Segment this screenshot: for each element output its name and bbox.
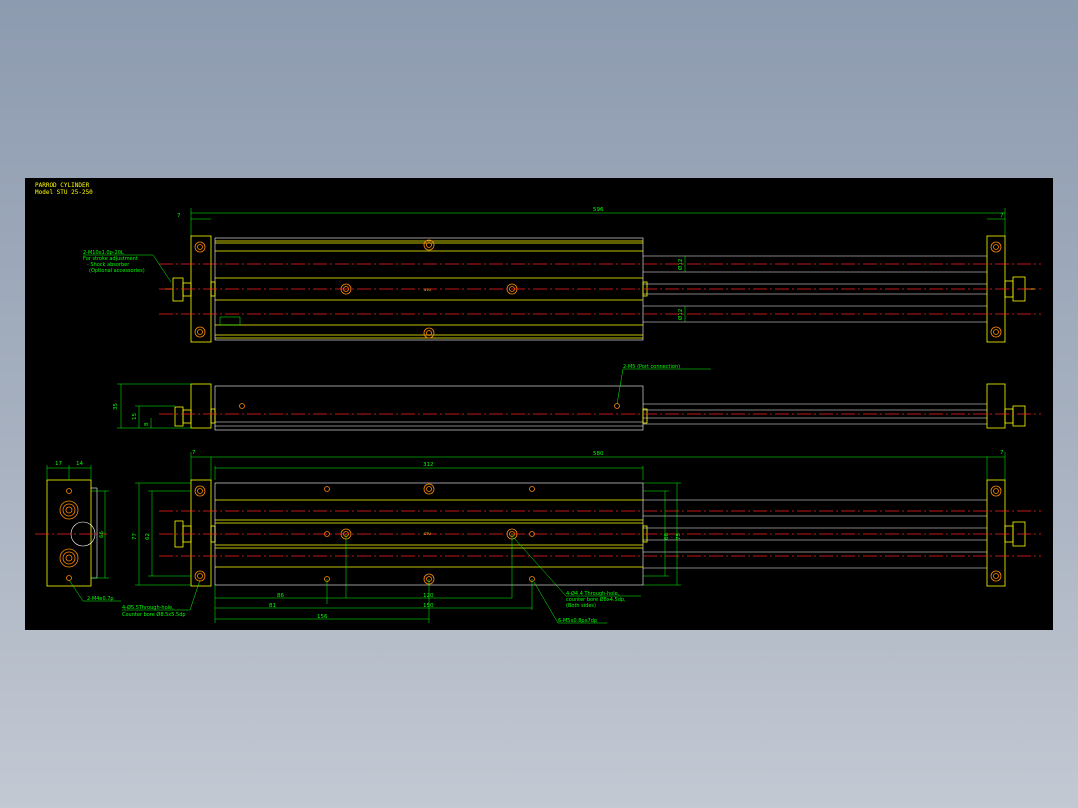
dim-120: 120 <box>423 593 434 599</box>
dim-end-14: 14 <box>76 461 83 467</box>
dim-bottom-overall: 580 <box>593 451 604 457</box>
dim-150: 150 <box>423 603 434 609</box>
dim-end-66: 66 <box>99 531 105 538</box>
side-left-end-block <box>190 383 212 429</box>
title-line-1: PARROD CYLINDER <box>35 182 90 189</box>
cad-drawing: PARROD CYLINDER Model STU 25-250 596 7 7 <box>35 182 1041 624</box>
dim-end-17: 17 <box>55 461 62 467</box>
dim-bottom-right-66: 66 <box>664 533 670 540</box>
svg-text:STU: STU <box>424 288 431 292</box>
note-through-hole-55: 4-Ø5.5Through-hole, Counter bore Ø8.5x5.… <box>122 579 201 618</box>
side-right-end-block <box>986 383 1006 429</box>
svg-text:(Optional accessories): (Optional accessories) <box>89 268 145 274</box>
side-cylinder-body <box>214 385 644 431</box>
dim-bottom-312: 312 <box>423 462 434 468</box>
svg-text:counter bore Ø8x4.5dp,: counter bore Ø8x4.5dp, <box>566 596 626 603</box>
dim-bottom-height-inner: 62 <box>145 533 151 540</box>
note-m4: 2-M4x0.7p <box>68 579 121 602</box>
note-through-hole-44: 4-Ø4.4 Through-hole, counter bore Ø8x4.5… <box>513 537 641 609</box>
dim-bottom-right-end: 7 <box>1000 450 1004 456</box>
dim-bottom-right-75: 75 <box>676 533 682 540</box>
dim-81: 81 <box>269 603 276 609</box>
title-line-2: Model STU 25-250 <box>35 189 93 196</box>
dim-bottom-left-end: 7 <box>192 450 196 456</box>
dim-156: 156 <box>317 614 328 620</box>
dim-bottom-height-outer: 77 <box>132 533 138 540</box>
svg-text:Counter bore Ø8.5x5.5dp: Counter bore Ø8.5x5.5dp <box>122 611 186 618</box>
end-view: 17 14 66 <box>35 461 109 587</box>
note-stroke-adjustment: 2-M10x1.0p-20L For stroke adjustment - S… <box>83 250 172 283</box>
top-view: 596 7 7 STU Ø12 Ø12 <box>159 207 1041 343</box>
dim-side-h1: 35 <box>113 403 119 410</box>
note-port-connection: 2-M5 (Port connection) <box>616 364 711 405</box>
end-view-block <box>46 479 92 587</box>
dim-top-left-end: 7 <box>177 213 181 219</box>
dim-top-overall: 596 <box>593 207 604 213</box>
svg-text:(Both sides): (Both sides) <box>566 603 596 609</box>
dim-side-h3: 8 <box>144 422 150 426</box>
dim-86: 86 <box>277 593 284 599</box>
cad-drawing-canvas[interactable]: PARROD CYLINDER Model STU 25-250 596 7 7 <box>25 178 1053 630</box>
side-view: 35 15 8 <box>113 383 1041 431</box>
dim-top-right-end: 7 <box>1000 213 1004 219</box>
dim-side-h2: 15 <box>132 413 138 420</box>
